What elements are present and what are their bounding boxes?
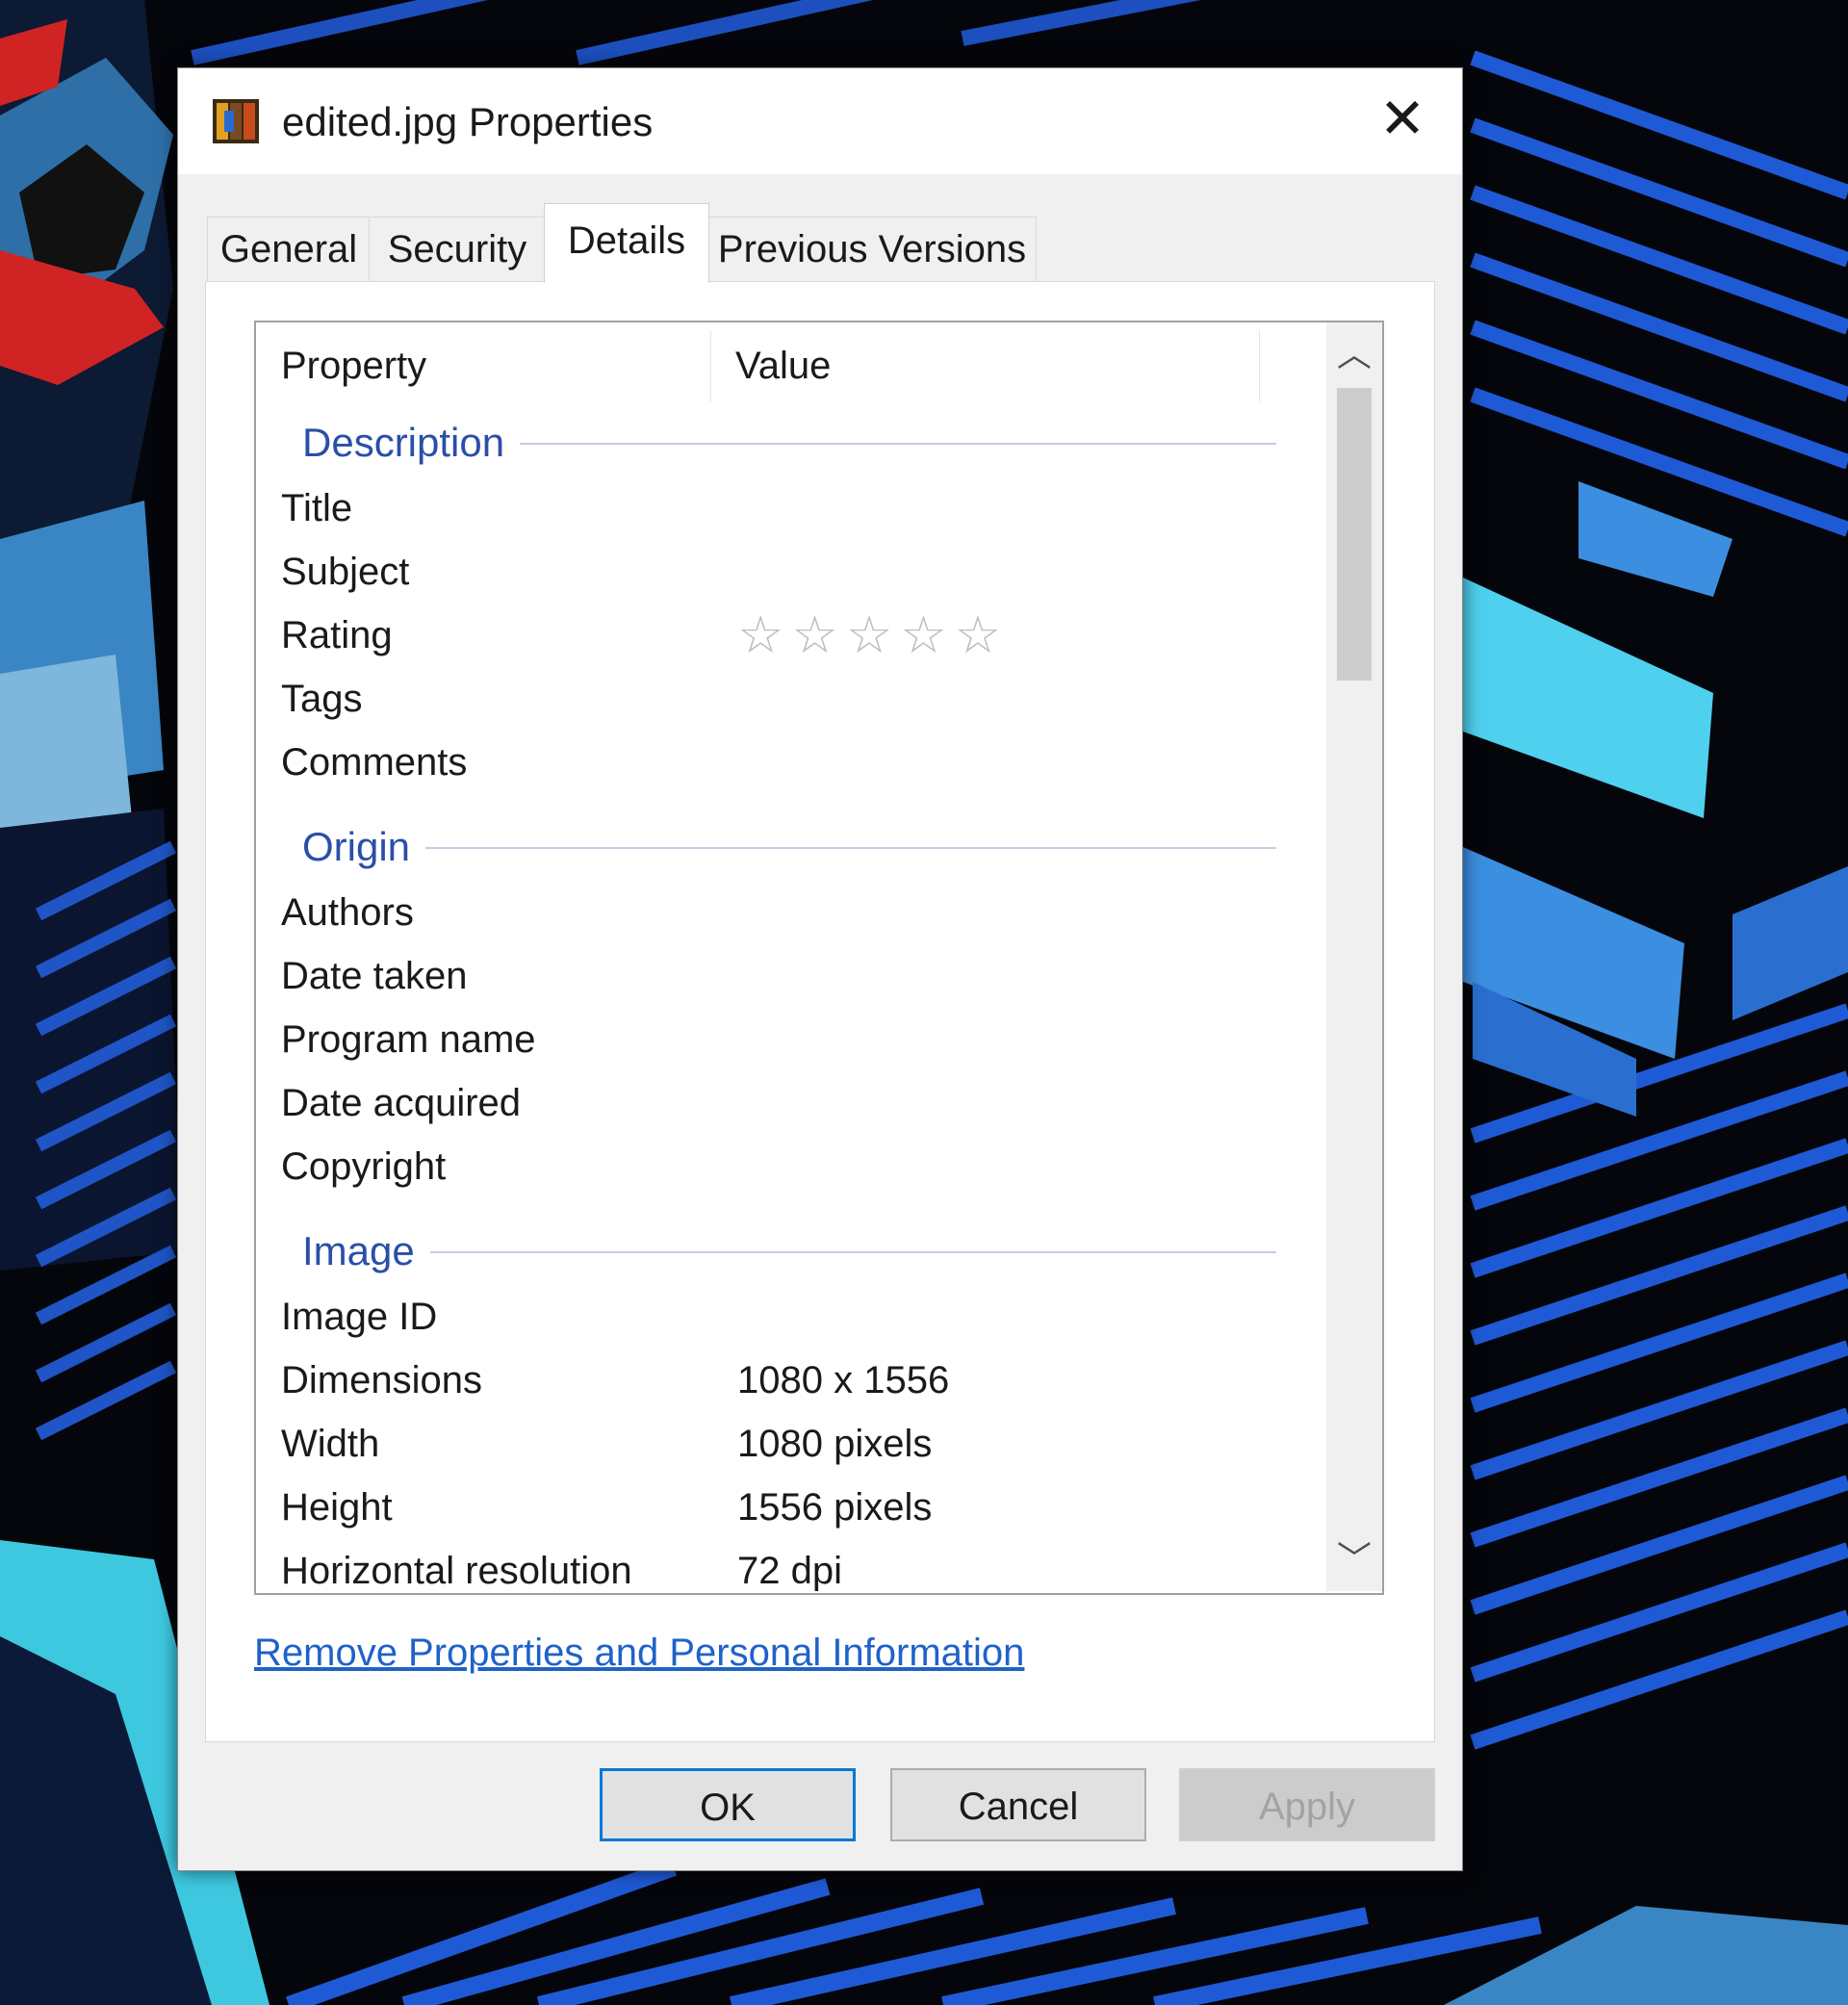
chevron-up-icon: ︿: [1336, 334, 1372, 373]
list-header: Property Value: [256, 322, 1324, 409]
property-label: Date taken: [281, 955, 468, 997]
property-label: Date acquired: [281, 1082, 522, 1124]
star-icon[interactable]: ☆: [737, 609, 783, 661]
row-date-taken[interactable]: Date taken: [256, 944, 1315, 1008]
row-authors[interactable]: Authors: [256, 881, 1315, 944]
property-label: Horizontal resolution: [281, 1550, 632, 1591]
star-icon[interactable]: ☆: [791, 609, 837, 661]
group-label: Origin: [302, 813, 426, 881]
photo-file-icon: [213, 99, 259, 143]
property-label: Authors: [281, 891, 414, 934]
list-rows: Description Title Subject Rating ☆ ☆ ☆ ☆ ☆: [256, 409, 1324, 1591]
column-header-property[interactable]: Property: [281, 322, 426, 409]
properties-list[interactable]: Property Value Description Title Subject: [254, 321, 1384, 1595]
property-value: 1556 pixels: [737, 1486, 933, 1529]
title-bar[interactable]: edited.jpg Properties ✕: [178, 68, 1462, 174]
cancel-button[interactable]: Cancel: [890, 1768, 1146, 1841]
row-copyright[interactable]: Copyright: [256, 1135, 1315, 1198]
scroll-thumb[interactable]: [1337, 388, 1372, 681]
apply-button[interactable]: Apply: [1179, 1768, 1435, 1841]
details-tab-page: Property Value Description Title Subject: [205, 281, 1435, 1742]
property-label: Height: [281, 1486, 393, 1529]
property-value: 1080 pixels: [737, 1423, 933, 1465]
column-divider[interactable]: [710, 330, 711, 401]
remove-properties-link[interactable]: Remove Properties and Personal Informati…: [254, 1632, 1024, 1675]
close-icon: ✕: [1378, 88, 1426, 150]
row-horizontal-resolution[interactable]: Horizontal resolution 72 dpi: [256, 1539, 1315, 1591]
property-label: Image ID: [281, 1296, 438, 1338]
property-value: 1080 x 1556: [737, 1359, 950, 1401]
row-image-id[interactable]: Image ID: [256, 1285, 1315, 1349]
group-divider: [302, 847, 1276, 849]
tab-previous-versions[interactable]: Previous Versions: [707, 217, 1037, 281]
property-label: Subject: [281, 551, 410, 593]
row-height[interactable]: Height 1556 pixels: [256, 1476, 1315, 1539]
star-icon[interactable]: ☆: [955, 609, 1001, 661]
tab-general[interactable]: General: [207, 217, 371, 281]
row-comments[interactable]: Comments: [256, 731, 1315, 794]
chevron-down-icon: ﹀: [1336, 1539, 1372, 1579]
ok-button[interactable]: OK: [600, 1768, 856, 1841]
window-title: edited.jpg Properties: [282, 99, 654, 144]
group-header-image: Image: [256, 1218, 1315, 1285]
group-divider: [302, 1251, 1276, 1253]
scroll-down-button[interactable]: ﹀: [1326, 1531, 1382, 1587]
property-value: 72 dpi: [737, 1550, 842, 1591]
row-tags[interactable]: Tags: [256, 667, 1315, 731]
rating-stars[interactable]: ☆ ☆ ☆ ☆ ☆: [737, 609, 1009, 661]
tab-details[interactable]: Details: [544, 203, 709, 283]
group-header-description: Description: [256, 409, 1315, 476]
star-icon[interactable]: ☆: [846, 609, 892, 661]
property-label: Width: [281, 1423, 380, 1465]
column-header-value[interactable]: Value: [735, 322, 831, 409]
property-label: Program name: [281, 1018, 536, 1061]
row-dimensions[interactable]: Dimensions 1080 x 1556: [256, 1349, 1315, 1412]
row-title[interactable]: Title: [256, 476, 1315, 540]
group-label: Image: [302, 1218, 430, 1285]
property-label: Copyright: [281, 1145, 447, 1188]
property-label: Title: [281, 487, 353, 529]
property-label: Comments: [281, 741, 468, 784]
group-label: Description: [302, 409, 521, 476]
row-width[interactable]: Width 1080 pixels: [256, 1412, 1315, 1476]
star-icon[interactable]: ☆: [900, 609, 946, 661]
property-label: Dimensions: [281, 1359, 482, 1401]
column-divider[interactable]: [1259, 330, 1260, 401]
row-subject[interactable]: Subject: [256, 540, 1315, 604]
tab-security[interactable]: Security: [369, 217, 546, 281]
row-date-acquired[interactable]: Date acquired: [256, 1071, 1315, 1135]
scroll-up-button[interactable]: ︿: [1326, 326, 1382, 382]
row-program-name[interactable]: Program name: [256, 1008, 1315, 1071]
properties-dialog: edited.jpg Properties ✕ General Security…: [177, 67, 1463, 1871]
vertical-scrollbar[interactable]: ︿ ﹀: [1326, 322, 1382, 1591]
property-label: Rating: [281, 614, 393, 656]
row-rating[interactable]: Rating ☆ ☆ ☆ ☆ ☆: [256, 604, 1315, 667]
property-label: Tags: [281, 678, 363, 720]
close-button[interactable]: ✕: [1372, 90, 1433, 151]
group-header-origin: Origin: [256, 813, 1315, 881]
